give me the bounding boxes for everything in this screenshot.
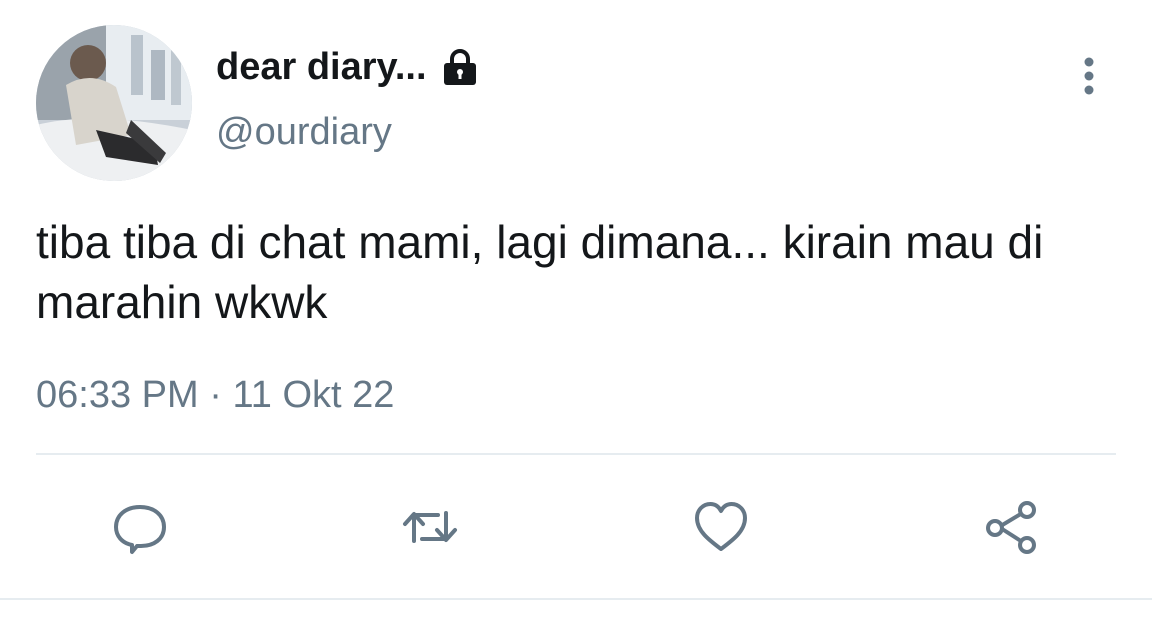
timestamp-separator: · (209, 374, 222, 416)
avatar-photo (36, 25, 192, 181)
retweet-button[interactable] (398, 495, 462, 559)
tweet-text: tiba tiba di chat mami, lagi dimana... k… (36, 216, 1044, 328)
display-name-row[interactable]: dear diary... (216, 46, 481, 89)
display-name: dear diary... (216, 46, 427, 88)
lock-icon (439, 47, 481, 89)
more-vertical-icon[interactable] (1074, 55, 1104, 97)
user-handle[interactable]: @ourdiary (216, 111, 392, 154)
reply-icon (114, 505, 166, 554)
tweet-date: 11 Okt 22 (232, 374, 395, 416)
divider (0, 598, 1152, 600)
avatar[interactable] (36, 25, 192, 181)
share-icon (986, 501, 1036, 554)
tweet-time: 06:33 PM (36, 374, 199, 416)
like-button[interactable] (689, 495, 753, 559)
divider (36, 453, 1116, 455)
reply-button[interactable] (108, 495, 172, 559)
heart-icon (695, 502, 747, 551)
tweet-timestamp[interactable]: 06:33 PM · 11 Okt 22 (36, 374, 394, 417)
retweet-icon (403, 511, 457, 543)
share-button[interactable] (979, 495, 1043, 559)
